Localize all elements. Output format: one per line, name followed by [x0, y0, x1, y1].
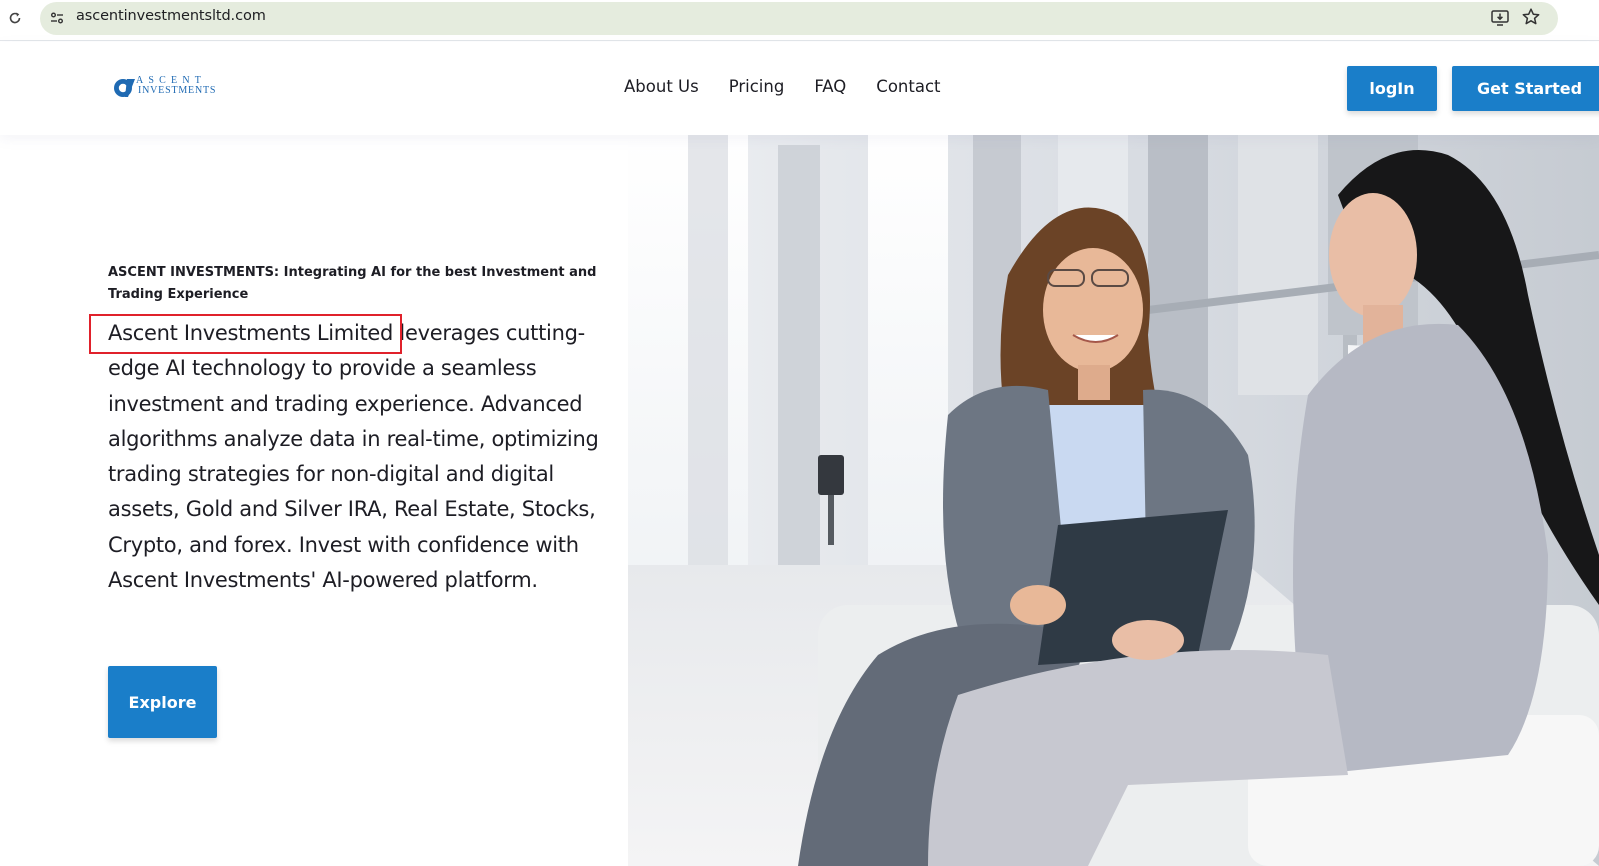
install-app-icon[interactable] — [1490, 8, 1510, 28]
login-button[interactable]: logIn — [1347, 66, 1437, 111]
browser-toolbar: ascentinvestmentsltd.com — [0, 0, 1599, 41]
main-nav: About Us Pricing FAQ Contact — [624, 77, 971, 96]
url-text[interactable]: ascentinvestmentsltd.com — [76, 8, 266, 24]
logo-mark-icon — [114, 79, 135, 97]
site-info-icon[interactable] — [48, 9, 66, 27]
address-bar[interactable] — [40, 2, 1558, 35]
get-started-button[interactable]: Get Started — [1452, 66, 1599, 111]
site-logo[interactable]: ASCENT INVESTMENTS — [112, 72, 222, 102]
reload-icon[interactable] — [6, 9, 24, 27]
bookmark-star-icon[interactable] — [1521, 7, 1541, 27]
hero-description: Ascent Investments Limited leverages cut… — [108, 321, 599, 593]
logo-text-bottom: INVESTMENTS — [138, 85, 217, 96]
nav-about-us[interactable]: About Us — [624, 77, 699, 96]
nav-contact[interactable]: Contact — [876, 77, 940, 96]
hero-eyebrow: ASCENT INVESTMENTS: Integrating AI for t… — [108, 265, 597, 302]
nav-faq[interactable]: FAQ — [814, 77, 846, 96]
hero-image — [628, 135, 1599, 866]
explore-button[interactable]: Explore — [108, 666, 217, 738]
nav-pricing[interactable]: Pricing — [729, 77, 785, 96]
site-header: ASCENT INVESTMENTS About Us Pricing FAQ … — [0, 42, 1599, 135]
